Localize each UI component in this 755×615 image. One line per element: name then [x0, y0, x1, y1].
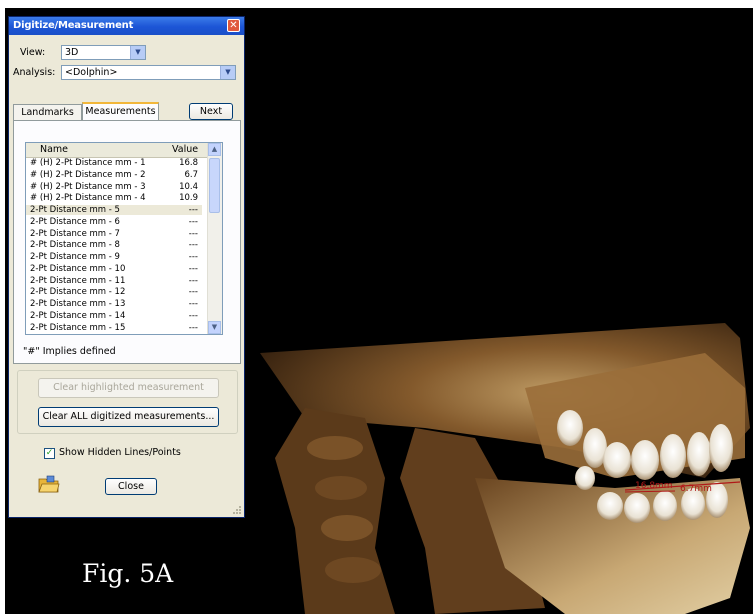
resize-grip-icon[interactable] [232, 505, 242, 515]
measurement-name: # (H) 2-Pt Distance mm - 2 [30, 169, 146, 180]
view-label: View: [20, 47, 46, 58]
vertical-scrollbar[interactable]: ▲ ▼ [207, 143, 222, 334]
measurement-name: 2-Pt Distance mm - 12 [30, 287, 126, 298]
measurement-value: --- [188, 228, 198, 239]
column-value[interactable]: Value [172, 144, 198, 155]
measurement-label-2: 6.7mm [680, 484, 712, 494]
show-hidden-checkbox[interactable]: ✓ [44, 448, 55, 459]
column-name[interactable]: Name [40, 144, 68, 155]
chevron-down-icon[interactable]: ▼ [220, 66, 235, 79]
measurement-value: 16.8 [179, 158, 198, 168]
measurement-name: 2-Pt Distance mm - 14 [30, 310, 126, 321]
measurement-name: # (H) 2-Pt Distance mm - 4 [30, 193, 146, 204]
analysis-value: <Dolphin> [65, 67, 118, 78]
measurement-label-1: 16.8mm [635, 481, 673, 491]
tab-measurements[interactable]: Measurements [82, 102, 159, 120]
title-bar[interactable]: Digitize/Measurement ✕ [9, 17, 244, 35]
close-button[interactable]: Close [105, 478, 157, 495]
figure-label: Fig. 5A [82, 559, 174, 588]
list-item[interactable]: 2-Pt Distance mm - 13 --- [26, 299, 202, 309]
measurement-value: --- [188, 216, 198, 227]
check-icon: ✓ [45, 448, 54, 458]
view-select[interactable]: 3D ▼ [61, 45, 146, 60]
measurement-value: --- [188, 240, 198, 251]
measurement-name: 2-Pt Distance mm - 9 [30, 252, 120, 262]
measurement-name: 2-Pt Distance mm - 5 [30, 205, 120, 215]
measurement-value: --- [188, 252, 198, 262]
measurement-name: 2-Pt Distance mm - 10 [30, 263, 126, 274]
list-item[interactable]: 2-Pt Distance mm - 8 --- [26, 240, 202, 250]
measurement-value: --- [188, 263, 198, 274]
measurement-value: --- [188, 310, 198, 321]
clear-all-button[interactable]: Clear ALL digitized measurements... [38, 407, 219, 427]
measurement-name: 2-Pt Distance mm - 15 [30, 322, 126, 333]
measurement-name: 2-Pt Distance mm - 7 [30, 228, 120, 239]
list-item[interactable]: # (H) 2-Pt Distance mm - 1 16.8 [26, 158, 202, 168]
measurement-value: 10.4 [179, 181, 198, 192]
scroll-down-icon[interactable]: ▼ [208, 321, 221, 334]
measurements-list[interactable]: Name Value # (H) 2-Pt Distance mm - 1 16.… [25, 142, 223, 335]
analysis-label: Analysis: [13, 67, 56, 78]
folder-icon[interactable] [38, 475, 60, 493]
list-item[interactable]: # (H) 2-Pt Distance mm - 4 10.9 [26, 193, 202, 203]
list-item[interactable]: 2-Pt Distance mm - 7 --- [26, 229, 202, 239]
measurement-value: 6.7 [184, 169, 198, 180]
measurement-name: 2-Pt Distance mm - 6 [30, 216, 120, 227]
list-item[interactable]: # (H) 2-Pt Distance mm - 2 6.7 [26, 170, 202, 180]
measurement-value: --- [188, 205, 198, 215]
list-item[interactable]: 2-Pt Distance mm - 14 --- [26, 311, 202, 321]
measurement-name: 2-Pt Distance mm - 8 [30, 240, 120, 251]
measurement-value: --- [188, 322, 198, 333]
measurement-name: 2-Pt Distance mm - 11 [30, 275, 126, 286]
list-item[interactable]: 2-Pt Distance mm - 6 --- [26, 217, 202, 227]
measurement-name: # (H) 2-Pt Distance mm - 3 [30, 181, 146, 192]
list-header: Name Value [26, 143, 222, 158]
analysis-select[interactable]: <Dolphin> ▼ [61, 65, 236, 80]
close-icon[interactable]: ✕ [227, 19, 240, 32]
scrollbar-thumb[interactable] [209, 158, 220, 213]
view-value: 3D [65, 47, 79, 58]
show-hidden-label: Show Hidden Lines/Points [59, 447, 181, 458]
list-item[interactable]: # (H) 2-Pt Distance mm - 3 10.4 [26, 182, 202, 192]
scroll-up-icon[interactable]: ▲ [208, 143, 221, 156]
list-item[interactable]: 2-Pt Distance mm - 11 --- [26, 276, 202, 286]
list-item[interactable]: 2-Pt Distance mm - 15 --- [26, 323, 202, 333]
chevron-down-icon[interactable]: ▼ [130, 46, 145, 59]
digitize-measurement-dialog: Digitize/Measurement ✕ View: 3D ▼ Analys… [8, 16, 245, 518]
list-item[interactable]: 2-Pt Distance mm - 12 --- [26, 287, 202, 297]
measurement-name: 2-Pt Distance mm - 13 [30, 299, 126, 309]
measurement-value: 10.9 [179, 193, 198, 204]
measurement-value: --- [188, 287, 198, 298]
list-item[interactable]: 2-Pt Distance mm - 10 --- [26, 264, 202, 274]
measurement-value: --- [188, 299, 198, 309]
measurement-value: --- [188, 275, 198, 286]
next-button[interactable]: Next [189, 103, 233, 120]
defined-note: "#" Implies defined [23, 346, 116, 357]
measurement-name: # (H) 2-Pt Distance mm - 1 [30, 158, 146, 168]
list-item[interactable]: 2-Pt Distance mm - 5 --- [26, 205, 202, 216]
clear-highlighted-button[interactable]: Clear highlighted measurement [38, 378, 219, 398]
tab-landmarks[interactable]: Landmarks [13, 104, 82, 120]
dialog-title: Digitize/Measurement [13, 20, 134, 31]
list-item[interactable]: 2-Pt Distance mm - 9 --- [26, 252, 202, 262]
